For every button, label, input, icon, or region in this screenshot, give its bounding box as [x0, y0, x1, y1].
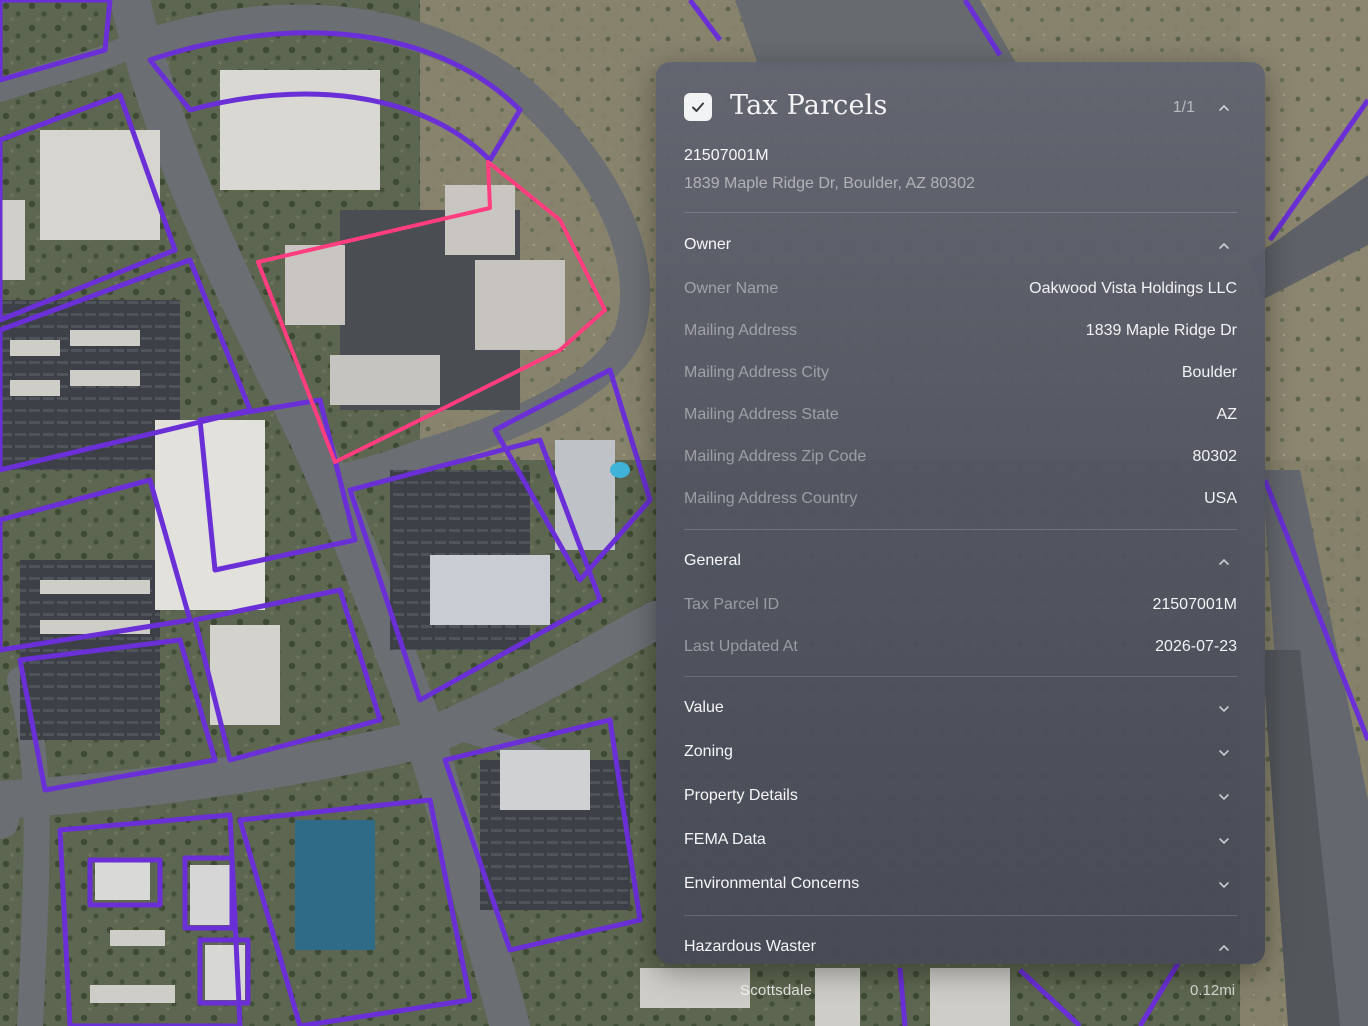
field-row: Mailing Address City Boulder: [684, 364, 1237, 386]
parcel-id-heading: 21507001M: [684, 147, 769, 164]
field-label: Tax Parcel ID: [684, 596, 780, 613]
chevron-up-icon[interactable]: [1217, 239, 1231, 253]
chevron-down-icon[interactable]: [1217, 834, 1231, 848]
section-value-title[interactable]: Value: [684, 699, 724, 717]
divider: [684, 212, 1237, 213]
section-environmental-concerns-title[interactable]: Environmental Concerns: [684, 875, 859, 893]
section-property-details-title[interactable]: Property Details: [684, 787, 798, 805]
divider: [684, 915, 1237, 916]
field-value: 21507001M: [1152, 596, 1237, 613]
field-label: Mailing Address Country: [684, 490, 858, 507]
field-value: 2026-07-23: [1155, 638, 1237, 655]
parcel-address: 1839 Maple Ridge Dr, Boulder, AZ 80302: [684, 175, 975, 192]
section-hazardous-waste-title[interactable]: Hazardous Waster: [684, 938, 816, 956]
field-label: Last Updated At: [684, 638, 798, 655]
map-place-label: Scottsdale: [740, 982, 813, 999]
layer-title: Tax Parcels: [730, 90, 888, 121]
field-label: Mailing Address State: [684, 406, 839, 423]
divider: [684, 529, 1237, 530]
map-scale-label: 0.12mi: [1190, 982, 1236, 999]
field-label: Mailing Address City: [684, 364, 829, 381]
section-owner-title[interactable]: Owner: [684, 236, 731, 254]
field-row: Mailing Address Zip Code 80302: [684, 448, 1237, 470]
section-general-title[interactable]: General: [684, 552, 741, 570]
field-row: Mailing Address Country USA: [684, 490, 1237, 512]
field-value: AZ: [1216, 406, 1237, 423]
field-value: 1839 Maple Ridge Dr: [1085, 322, 1237, 339]
chevron-down-icon[interactable]: [1217, 702, 1231, 716]
section-zoning-title[interactable]: Zoning: [684, 743, 733, 761]
field-value: Boulder: [1181, 364, 1237, 381]
field-label: Owner Name: [684, 280, 779, 297]
field-label: Mailing Address Zip Code: [684, 448, 867, 465]
layer-toggle-checkbox[interactable]: [684, 93, 712, 121]
chevron-down-icon[interactable]: [1217, 790, 1231, 804]
field-label: Mailing Address: [684, 322, 797, 339]
chevron-up-icon[interactable]: [1217, 555, 1231, 569]
tax-parcel-panel: Tax Parcels 1/1 21507001M 1839 Maple Rid…: [656, 62, 1265, 964]
chevron-down-icon[interactable]: [1217, 878, 1231, 892]
section-fema-data-title[interactable]: FEMA Data: [684, 831, 766, 849]
divider: [684, 676, 1237, 677]
chevron-up-icon[interactable]: [1217, 101, 1231, 115]
field-row: Tax Parcel ID 21507001M: [684, 596, 1237, 618]
field-row: Owner Name Oakwood Vista Holdings LLC: [684, 280, 1237, 302]
chevron-down-icon[interactable]: [1217, 746, 1231, 760]
result-pager: 1/1: [1172, 99, 1195, 116]
field-value: USA: [1204, 490, 1237, 507]
field-row: Mailing Address 1839 Maple Ridge Dr: [684, 322, 1237, 344]
chevron-up-icon[interactable]: [1217, 941, 1231, 955]
check-icon: [692, 102, 704, 112]
field-value: Oakwood Vista Holdings LLC: [1029, 280, 1237, 297]
layer-header: Tax Parcels 1/1: [684, 90, 1237, 124]
field-row: Mailing Address State AZ: [684, 406, 1237, 428]
field-row: Last Updated At 2026-07-23: [684, 638, 1237, 660]
field-value: 80302: [1192, 448, 1238, 465]
